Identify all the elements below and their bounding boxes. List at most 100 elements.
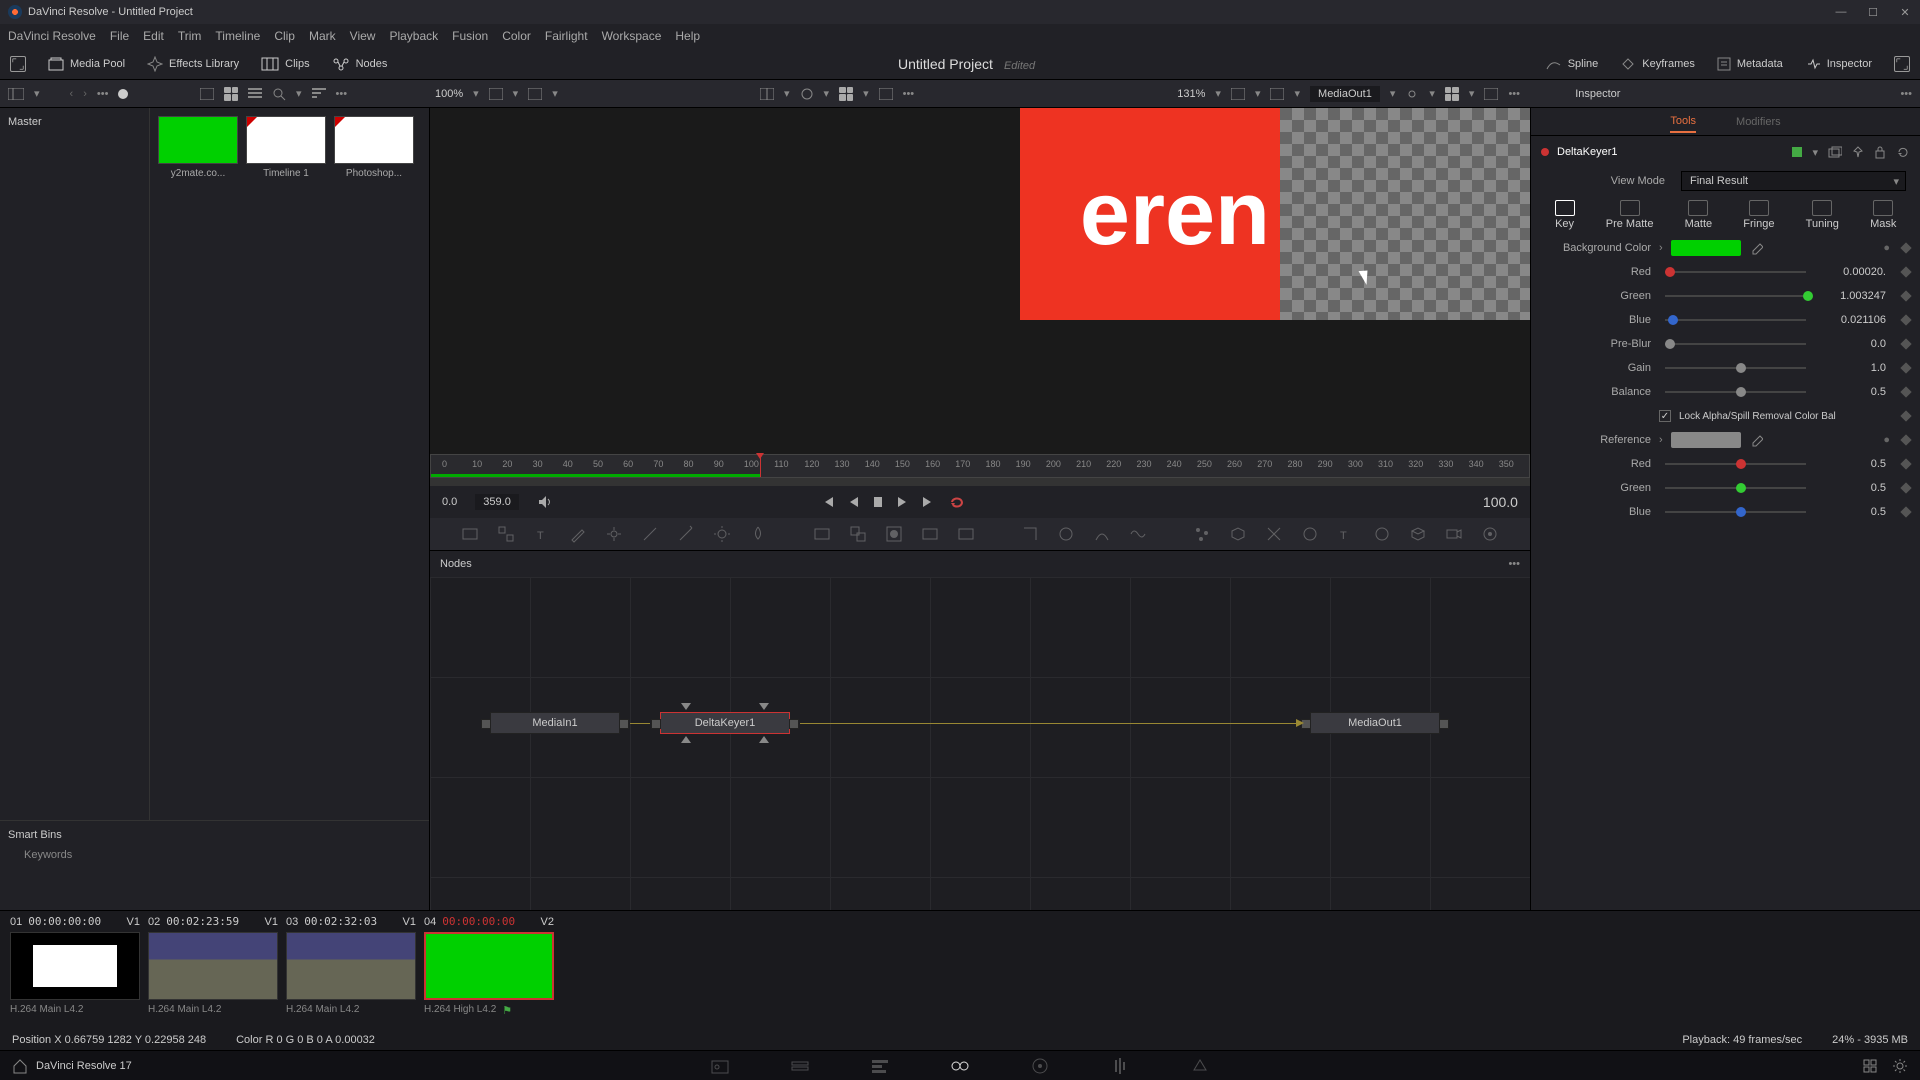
chevron-down-icon[interactable]: ▾	[1294, 87, 1300, 100]
tab-fringe[interactable]: Fringe	[1743, 200, 1774, 230]
eyedropper-icon[interactable]	[1749, 433, 1763, 447]
effects-library-button[interactable]: Effects Library	[147, 56, 239, 72]
metadata-button[interactable]: Metadata	[1717, 57, 1783, 71]
merge-icon[interactable]	[849, 525, 867, 543]
circle-tool-icon[interactable]	[1057, 525, 1075, 543]
menu-trim[interactable]: Trim	[178, 29, 202, 43]
green-slider[interactable]	[1665, 295, 1806, 297]
chevron-down-icon[interactable]: ▾	[824, 87, 830, 100]
gain-value[interactable]: 1.0	[1820, 362, 1890, 374]
tab-mask[interactable]: Mask	[1870, 200, 1896, 230]
pen-icon[interactable]	[641, 525, 659, 543]
tracker-icon[interactable]	[605, 525, 623, 543]
cube-icon[interactable]	[1409, 525, 1427, 543]
page-color-icon[interactable]	[1030, 1056, 1050, 1076]
chevron-down-icon[interactable]: ▾	[1812, 146, 1818, 159]
render-icon[interactable]	[1481, 525, 1499, 543]
keyframe-icon[interactable]	[1900, 458, 1911, 469]
viewer-zoom-2[interactable]: 131%	[1177, 88, 1205, 100]
chevron-down-icon[interactable]: ▾	[1390, 87, 1396, 100]
bgcolor-swatch[interactable]	[1671, 240, 1741, 256]
preblur-value[interactable]: 0.0	[1820, 338, 1890, 350]
media-thumb[interactable]: Timeline 1	[246, 116, 326, 179]
master-label[interactable]: Master	[8, 116, 141, 128]
expand-icon[interactable]	[10, 56, 26, 72]
rect-icon[interactable]	[489, 88, 503, 100]
red-value[interactable]: 0.00020.	[1820, 266, 1890, 278]
menu-workspace[interactable]: Workspace	[602, 29, 662, 43]
more-icon[interactable]: •••	[1508, 558, 1520, 570]
step-back-icon[interactable]	[849, 496, 859, 508]
ref-green-slider[interactable]	[1665, 487, 1806, 489]
menu-fairlight[interactable]: Fairlight	[545, 29, 588, 43]
page-cut-icon[interactable]	[790, 1056, 810, 1076]
wave-icon[interactable]	[1129, 525, 1147, 543]
more-icon[interactable]: •••	[1900, 88, 1912, 100]
media-pool-button[interactable]: Media Pool	[48, 57, 125, 71]
home-icon[interactable]	[12, 1058, 28, 1074]
menu-edit[interactable]: Edit	[143, 29, 164, 43]
eyedropper-icon[interactable]	[1749, 241, 1763, 255]
menu-file[interactable]: File	[110, 29, 129, 43]
keyframe-icon[interactable]	[1900, 266, 1911, 277]
sun-icon[interactable]	[1405, 87, 1419, 101]
ref-blue-value[interactable]: 0.5	[1820, 506, 1890, 518]
color-icon[interactable]	[1301, 525, 1319, 543]
keywords-label[interactable]: Keywords	[8, 849, 421, 861]
play-icon[interactable]	[897, 496, 907, 508]
minimize-button[interactable]: —	[1834, 5, 1848, 19]
expand-arrow[interactable]: ›	[1659, 434, 1663, 446]
tool-icon[interactable]	[921, 525, 939, 543]
shape3d-icon[interactable]	[1373, 525, 1391, 543]
panel-toggle-icon[interactable]	[8, 88, 24, 100]
keyframe-icon[interactable]	[1900, 434, 1911, 445]
dots-icon[interactable]: •••	[97, 88, 109, 100]
tab-matte[interactable]: Matte	[1685, 200, 1713, 230]
balance-value[interactable]: 0.5	[1820, 386, 1890, 398]
viewmode-dropdown[interactable]: Final Result	[1681, 171, 1906, 191]
inspector-button[interactable]: Inspector	[1805, 57, 1872, 71]
enable-toggle[interactable]	[1792, 147, 1802, 157]
chevron-down-icon[interactable]: ▾	[1469, 87, 1475, 100]
smart-bins-label[interactable]: Smart Bins	[8, 829, 421, 841]
preblur-slider[interactable]	[1665, 343, 1806, 345]
menu-mark[interactable]: Mark	[309, 29, 336, 43]
keyframe-icon[interactable]	[1900, 386, 1911, 397]
keyframe-icon[interactable]	[1900, 314, 1911, 325]
grid-icon[interactable]	[1445, 87, 1459, 101]
keyframe-icon[interactable]	[1900, 410, 1911, 421]
keyframe-icon[interactable]	[1900, 338, 1911, 349]
anim-dot[interactable]: ●	[1883, 242, 1890, 254]
tab-tuning[interactable]: Tuning	[1806, 200, 1839, 230]
project-manager-icon[interactable]	[1862, 1058, 1878, 1074]
ref-green-value[interactable]: 0.5	[1820, 482, 1890, 494]
ref-red-value[interactable]: 0.5	[1820, 458, 1890, 470]
blue-value[interactable]: 0.021106	[1820, 314, 1890, 326]
camera-icon[interactable]	[1445, 525, 1463, 543]
clip-item[interactable]: 0400:00:00:00V2 H.264 High L4.2⚑	[424, 915, 554, 1017]
timeline-ruler[interactable]: 0102030405060708090100110120130140150160…	[430, 454, 1530, 478]
chevron-down-icon[interactable]: ▾	[34, 87, 40, 100]
thumb-list-icon[interactable]	[248, 88, 262, 100]
menu-clip[interactable]: Clip	[274, 29, 295, 43]
clips-button[interactable]: Clips	[261, 57, 309, 71]
nav-back[interactable]: ‹	[70, 88, 74, 100]
tool-icon[interactable]	[1265, 525, 1283, 543]
rect-icon[interactable]	[528, 88, 542, 100]
light-icon[interactable]	[713, 525, 731, 543]
chevron-down-icon[interactable]: ▾	[1255, 87, 1261, 100]
stop-icon[interactable]	[873, 496, 883, 508]
maximize-button[interactable]: ☐	[1866, 5, 1880, 19]
tool-icon[interactable]	[497, 525, 515, 543]
menu-view[interactable]: View	[350, 29, 376, 43]
search-icon[interactable]	[272, 87, 286, 101]
more-icon[interactable]: •••	[1508, 88, 1520, 100]
skip-end-icon[interactable]	[921, 496, 935, 508]
particle-icon[interactable]	[1193, 525, 1211, 543]
page-fairlight-icon[interactable]	[1110, 1056, 1130, 1076]
expand-arrow[interactable]: ›	[1659, 242, 1663, 254]
blue-slider[interactable]	[1665, 319, 1806, 321]
tab-modifiers[interactable]: Modifiers	[1736, 112, 1781, 132]
ref-blue-slider[interactable]	[1665, 511, 1806, 513]
menu-timeline[interactable]: Timeline	[215, 29, 260, 43]
